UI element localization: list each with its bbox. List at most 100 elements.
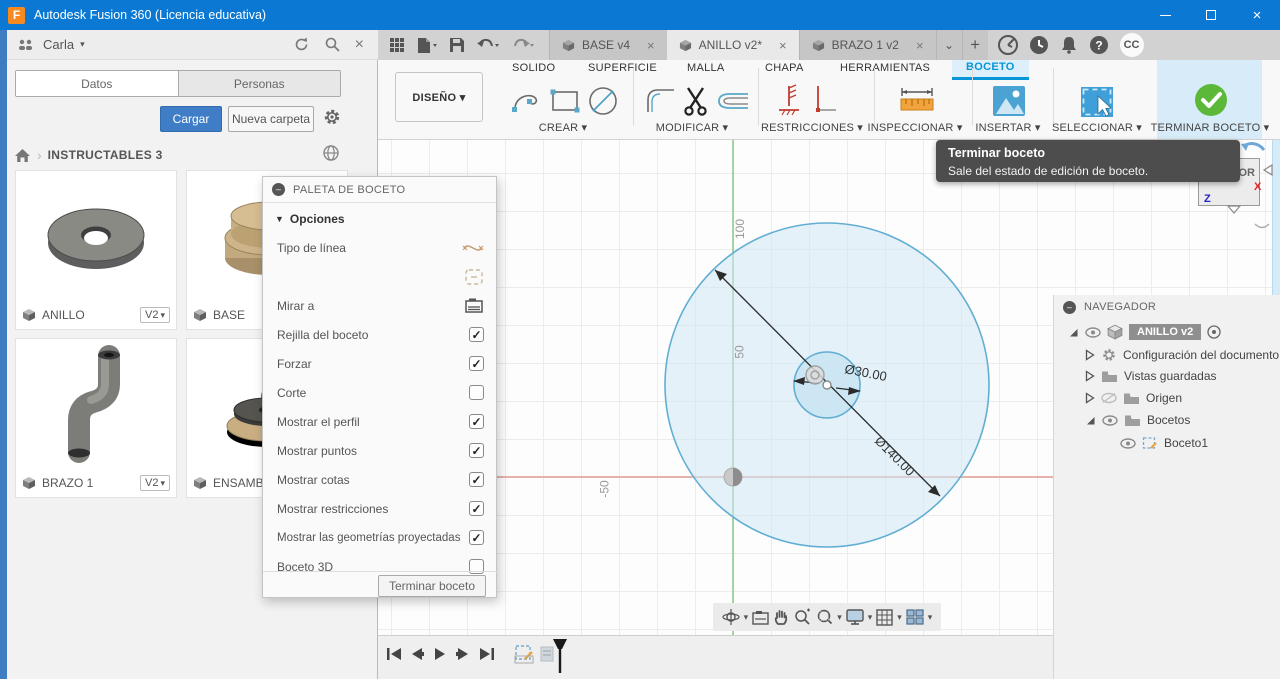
minimize-button[interactable] [1142,0,1188,30]
display-settings-icon[interactable] [846,609,864,625]
upload-button[interactable]: Cargar [160,106,222,132]
checkbox-forzar[interactable]: ✓ [469,356,484,371]
group-restricciones[interactable]: RESTRICCIONES ▾ [761,121,863,134]
group-seleccionar[interactable]: SELECCIONAR ▾ [1052,121,1142,134]
orbit-icon[interactable] [722,608,740,626]
viewcube-rotate-down-icon[interactable] [1227,205,1241,214]
checkbox-cotas[interactable]: ✓ [469,472,484,487]
doc-tab-base[interactable]: BASE v4 × [549,30,667,60]
gear-icon[interactable] [322,107,342,127]
breadcrumb-folder[interactable]: INSTRUCTABLES 3 [48,148,163,162]
notifications-bell-icon[interactable] [1059,35,1079,55]
linetype-spline-icon[interactable] [462,239,484,257]
close-panel-icon[interactable]: × [355,36,364,54]
offset-tool-icon[interactable] [714,84,750,118]
tab-malla[interactable]: MALLA [687,62,725,79]
checkbox-puntos[interactable]: ✓ [469,443,484,458]
measure-ruler-icon[interactable] [898,84,936,118]
select-tool-icon[interactable] [1078,84,1116,120]
timeline-feature-sketch[interactable] [514,644,534,664]
fillet-tool-icon[interactable] [644,84,678,118]
activate-target-icon[interactable] [1207,325,1221,339]
checkbox-corte[interactable] [469,385,484,400]
eye-off-icon[interactable] [1101,392,1117,404]
tab-personas[interactable]: Personas [179,71,341,96]
doc-tab-brazo[interactable]: BRAZO 1 v2 × [799,30,936,60]
viewcube-rotate-ccw-icon[interactable] [1254,222,1270,232]
checkbox-perfil[interactable]: ✓ [469,414,484,429]
fix-constraint-icon[interactable] [775,84,805,118]
chevron-down-icon[interactable]: ▾ [837,612,842,623]
timeline-go-end-icon[interactable] [479,647,495,661]
chevron-down-icon[interactable]: ▾ [744,612,749,623]
timeline-position-marker[interactable] [552,638,568,674]
tab-datos[interactable]: Datos [16,71,179,96]
eye-icon[interactable] [1085,327,1101,338]
browser-row-bocetos[interactable]: Bocetos [1085,413,1190,427]
viewcube-home-icon[interactable] [1240,140,1266,154]
browser-root-row[interactable]: ANILLO v2 [1068,324,1221,340]
options-section[interactable]: ▼ Opciones [263,203,496,230]
timeline-step-forward-icon[interactable] [456,647,470,661]
project-card-anillo[interactable]: ANILLO V2▾ [15,170,177,330]
maximize-button[interactable] [1188,0,1234,30]
sketch-palette-header[interactable]: – PALETA DE BOCETO [263,177,496,203]
perpendicular-constraint-icon[interactable] [808,84,838,118]
construction-line-icon[interactable] [464,268,484,286]
browser-header[interactable]: – NAVEGADOR [1054,295,1280,319]
pan-hand-icon[interactable] [773,609,789,626]
viewcube-rotate-left-icon[interactable] [1263,164,1273,176]
job-status-clock-icon[interactable] [1028,34,1050,56]
close-tab-icon[interactable]: × [779,38,787,53]
browser-row-docsettings[interactable]: Configuración del documento [1085,347,1279,363]
group-terminar-boceto[interactable]: TERMINAR BOCETO ▾ [1151,121,1270,134]
help-icon[interactable]: ? [1088,34,1110,56]
chevron-down-icon[interactable]: ▾ [928,612,933,623]
expand-triangle-icon[interactable] [1085,415,1096,426]
group-crear[interactable]: CREAR ▾ [539,121,587,134]
new-folder-button[interactable]: Nueva carpeta [228,106,314,132]
timeline-step-back-icon[interactable] [410,647,424,661]
rectangle-tool-icon[interactable] [548,84,582,118]
search-icon[interactable] [324,36,341,54]
project-card-brazo[interactable]: BRAZO 1 V2▾ [15,338,177,498]
doc-tab-anillo[interactable]: ANILLO v2* × [667,30,799,60]
look-at-icon[interactable] [464,297,484,314]
chevron-down-icon[interactable]: ▾ [868,612,873,623]
zoom-icon[interactable] [793,608,811,626]
browser-root-label[interactable]: ANILLO v2 [1129,324,1201,340]
group-inspeccionar[interactable]: INSPECCIONAR ▾ [867,121,962,134]
refresh-icon[interactable] [293,36,310,54]
timeline-play-icon[interactable] [433,647,447,661]
tab-superficie[interactable]: SUPERFICIE [588,62,657,79]
collapsed-triangle-icon[interactable] [1085,370,1095,382]
home-icon[interactable] [14,148,31,163]
trim-scissors-icon[interactable] [679,84,713,118]
app-grid-icon[interactable] [389,37,405,53]
browser-row-savedviews[interactable]: Vistas guardadas [1085,369,1217,383]
checkbox-rejilla[interactable]: ✓ [469,327,484,342]
tab-boceto[interactable]: BOCETO [952,60,1029,80]
design-dropdown[interactable]: DISEÑO ▾ [395,72,483,122]
tab-herramientas[interactable]: HERRAMIENTAS [840,62,930,79]
browser-row-origen[interactable]: Origen [1085,391,1182,405]
user-dropdown[interactable]: Carla [43,37,74,52]
avatar[interactable]: CC [1120,33,1144,57]
undo-icon[interactable] [476,37,500,53]
collapse-icon[interactable]: – [272,183,285,196]
collapsed-triangle-icon[interactable] [1085,349,1095,361]
tab-overflow-button[interactable]: ⌄ [936,30,962,60]
checkbox-restricciones[interactable]: ✓ [469,501,484,516]
timeline-go-start-icon[interactable] [386,647,402,661]
close-tab-icon[interactable]: × [647,38,655,53]
redo-icon[interactable] [511,37,535,53]
eye-icon[interactable] [1120,438,1136,449]
save-icon[interactable] [449,37,465,53]
tab-solido[interactable]: SOLIDO [512,62,555,79]
finish-sketch-button[interactable]: Terminar boceto [378,575,486,597]
expand-triangle-icon[interactable] [1068,327,1079,338]
browser-row-boceto1[interactable]: Boceto1 [1120,436,1208,450]
look-at-icon[interactable] [752,610,769,625]
close-button[interactable]: × [1234,0,1280,30]
extensions-icon[interactable] [997,34,1019,56]
